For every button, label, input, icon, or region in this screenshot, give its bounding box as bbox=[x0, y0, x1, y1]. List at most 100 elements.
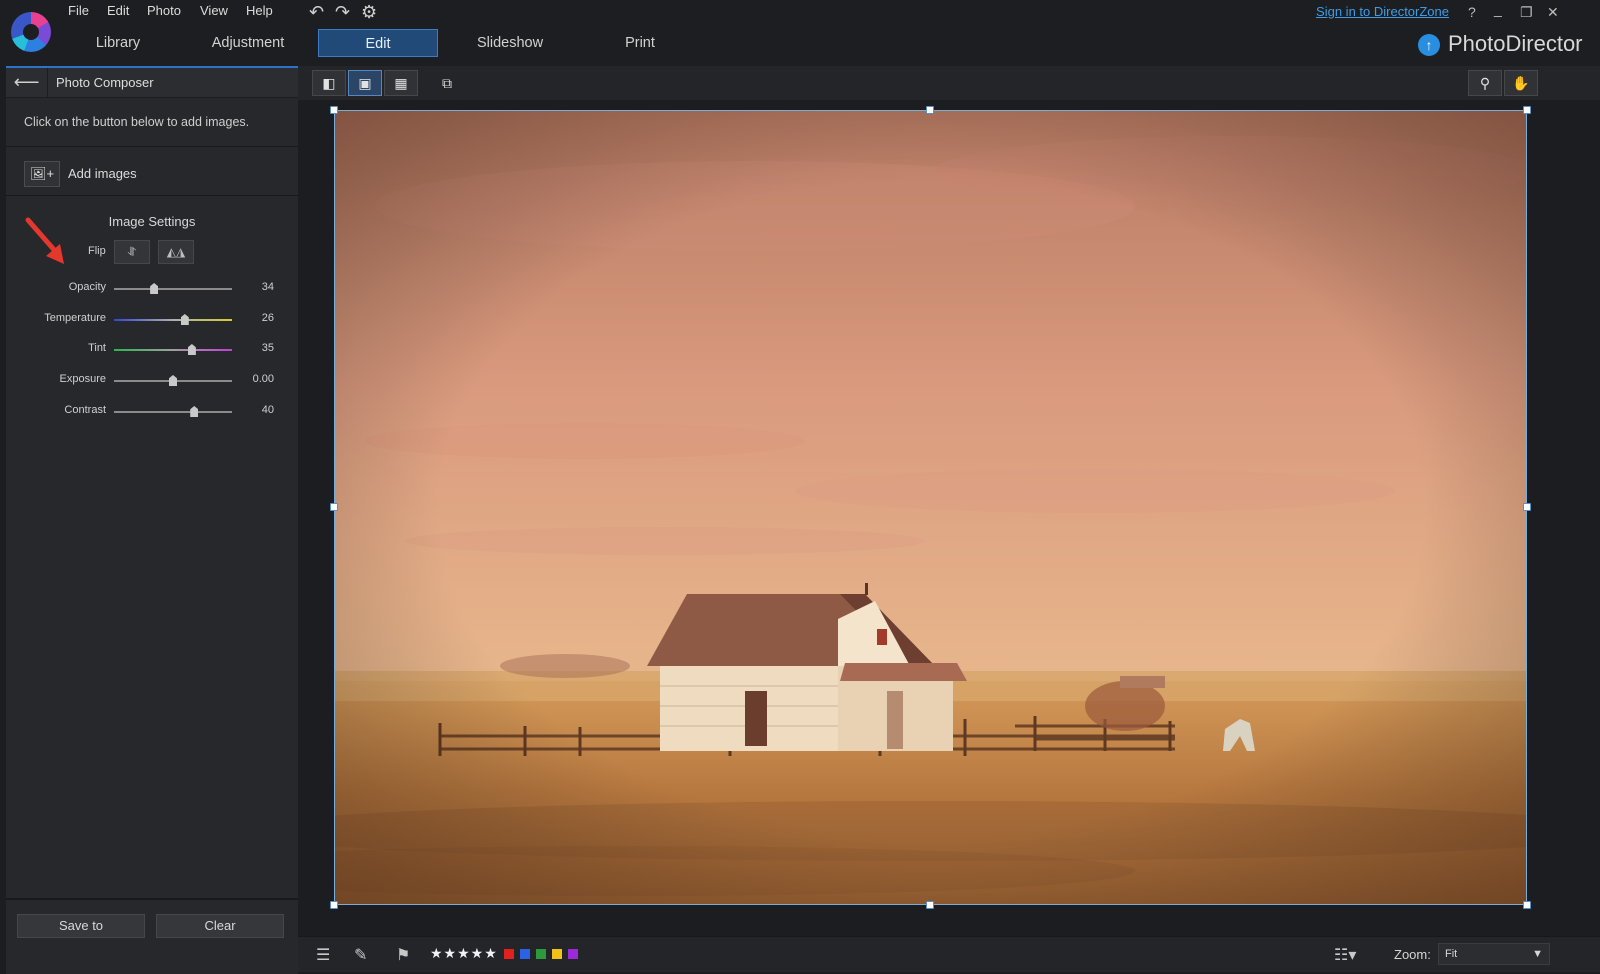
save-to-button[interactable]: Save to bbox=[17, 914, 145, 938]
second-display-button[interactable]: ⧉ bbox=[430, 70, 464, 96]
contrast-label: Contrast bbox=[64, 404, 106, 416]
resize-handle-top[interactable] bbox=[926, 106, 934, 114]
opacity-value: 34 bbox=[261, 281, 274, 293]
divider bbox=[6, 195, 298, 196]
compare-view-icon: ◧ bbox=[322, 75, 336, 91]
tab-edit[interactable]: Edit bbox=[318, 29, 438, 57]
help-icon[interactable]: ? bbox=[1468, 4, 1476, 20]
dual-monitor-icon: ⧉ bbox=[442, 75, 452, 91]
color-label-red[interactable] bbox=[504, 949, 514, 959]
resize-handle-top-right[interactable] bbox=[1523, 106, 1531, 114]
contrast-value: 40 bbox=[261, 404, 274, 416]
tab-slideshow[interactable]: Slideshow bbox=[458, 29, 562, 57]
tint-slider-thumb[interactable] bbox=[187, 344, 196, 355]
back-arrow-icon[interactable]: ⟵ bbox=[6, 68, 48, 98]
instruction-text: Click on the button below to add images. bbox=[24, 115, 250, 129]
resize-handle-bottom-right[interactable] bbox=[1523, 901, 1531, 909]
zoom-label: Zoom: bbox=[1394, 947, 1431, 962]
contrast-slider-thumb[interactable] bbox=[190, 406, 199, 417]
flip-vertical-icon: ⥯ bbox=[127, 245, 137, 259]
tab-adjustment[interactable]: Adjustment bbox=[196, 29, 300, 57]
color-label-green[interactable] bbox=[536, 949, 546, 959]
magnifier-icon: ⚲ bbox=[1479, 75, 1491, 91]
exposure-slider[interactable] bbox=[114, 375, 232, 386]
app-logo bbox=[11, 12, 51, 52]
single-view-button[interactable]: ▣ bbox=[348, 70, 382, 96]
menu-file[interactable]: File bbox=[68, 3, 89, 18]
flag-icon[interactable]: ⚑ bbox=[396, 945, 410, 965]
resize-handle-right[interactable] bbox=[1523, 503, 1531, 511]
tab-print[interactable]: Print bbox=[588, 29, 692, 57]
contrast-slider[interactable] bbox=[114, 406, 232, 417]
sign-in-link[interactable]: Sign in to DirectorZone bbox=[1316, 4, 1449, 19]
tint-slider[interactable] bbox=[114, 344, 232, 355]
upgrade-arrow-icon[interactable]: ↑ bbox=[1418, 34, 1440, 56]
temperature-label: Temperature bbox=[44, 312, 106, 324]
menu-edit[interactable]: Edit bbox=[107, 3, 129, 18]
tint-value: 35 bbox=[261, 342, 274, 354]
grid-icon: ▦ bbox=[394, 75, 408, 91]
temperature-slider[interactable] bbox=[114, 314, 232, 325]
flip-label: Flip bbox=[88, 245, 106, 257]
chevron-down-icon: ▼ bbox=[1532, 948, 1543, 960]
menu-view[interactable]: View bbox=[200, 3, 228, 18]
panel-header: ⟵ Photo Composer bbox=[6, 68, 298, 98]
zoom-value: Fit bbox=[1445, 948, 1458, 960]
pan-tool-button[interactable]: ✋ bbox=[1504, 70, 1538, 96]
workspace: ◧ ▣ ▦ ⧉ ⚲ ✋ ☰ ✎ ⚑ ★★★★★ ☷▾ Zoom: Fit ▼ bbox=[298, 66, 1600, 972]
flip-horizontal-button[interactable]: ◭◮ bbox=[158, 240, 194, 264]
temperature-slider-thumb[interactable] bbox=[180, 314, 189, 325]
add-images-button[interactable]: Add images bbox=[68, 166, 137, 181]
resize-handle-bottom[interactable] bbox=[926, 901, 934, 909]
tint-label: Tint bbox=[88, 342, 106, 354]
opacity-slider-thumb[interactable] bbox=[150, 283, 159, 294]
opacity-label: Opacity bbox=[68, 281, 106, 293]
resize-handle-left[interactable] bbox=[330, 503, 338, 511]
exposure-label: Exposure bbox=[59, 373, 106, 385]
sort-options-icon[interactable]: ☷▾ bbox=[1334, 945, 1356, 965]
temperature-value: 26 bbox=[261, 312, 274, 324]
canvas-area bbox=[298, 100, 1600, 936]
color-label-blue[interactable] bbox=[520, 949, 530, 959]
menu-photo[interactable]: Photo bbox=[147, 3, 181, 18]
restore-icon[interactable]: ❐ bbox=[1520, 4, 1533, 21]
menu-help[interactable]: Help bbox=[246, 3, 273, 18]
flip-horizontal-icon: ◭◮ bbox=[166, 245, 186, 259]
hand-icon: ✋ bbox=[1512, 75, 1530, 91]
compare-view-button[interactable]: ◧ bbox=[312, 70, 346, 96]
title-bar: File Edit Photo View Help ↶ ↷ ⚙ Library … bbox=[0, 0, 1600, 66]
metadata-panel-icon[interactable]: ☰ bbox=[316, 945, 330, 965]
resize-handle-top-left[interactable] bbox=[330, 106, 338, 114]
panel-title: Photo Composer bbox=[56, 75, 154, 90]
add-images-icon[interactable]: 🖼+ bbox=[24, 161, 60, 187]
resize-handle-bottom-left[interactable] bbox=[330, 901, 338, 909]
exposure-slider-thumb[interactable] bbox=[169, 375, 177, 386]
edit-pen-icon[interactable]: ✎ bbox=[354, 945, 367, 965]
single-image-icon: ▣ bbox=[358, 75, 372, 91]
brand-name: PhotoDirector bbox=[1448, 31, 1583, 56]
exposure-value: 0.00 bbox=[252, 373, 274, 385]
red-arrow-annotation bbox=[25, 217, 64, 264]
photo-composer-panel: ⟵ Photo Composer Click on the button bel… bbox=[6, 66, 298, 974]
star-rating[interactable]: ★★★★★ bbox=[430, 945, 498, 962]
zoom-dropdown[interactable]: Fit ▼ bbox=[1438, 943, 1550, 965]
tab-library[interactable]: Library bbox=[66, 29, 170, 57]
color-label-purple[interactable] bbox=[568, 949, 578, 959]
divider bbox=[6, 146, 298, 147]
undo-icon[interactable]: ↶ bbox=[309, 2, 324, 23]
minimize-icon[interactable]: _ bbox=[1494, 1, 1502, 17]
flip-vertical-button[interactable]: ⥯ bbox=[114, 240, 150, 264]
clear-button[interactable]: Clear bbox=[156, 914, 284, 938]
view-toolbar: ◧ ▣ ▦ ⧉ ⚲ ✋ bbox=[298, 66, 1600, 100]
color-label-yellow[interactable] bbox=[552, 949, 562, 959]
close-icon[interactable]: ✕ bbox=[1547, 4, 1559, 21]
zoom-tool-button[interactable]: ⚲ bbox=[1468, 70, 1502, 96]
grid-view-button[interactable]: ▦ bbox=[384, 70, 418, 96]
panel-footer: Save to Clear bbox=[6, 898, 298, 974]
farmhouse-photo bbox=[335, 111, 1526, 904]
composed-photo[interactable] bbox=[334, 110, 1527, 905]
redo-icon[interactable]: ↷ bbox=[335, 2, 350, 23]
opacity-slider[interactable] bbox=[114, 283, 232, 294]
settings-gear-icon[interactable]: ⚙ bbox=[361, 2, 377, 23]
status-bar: ☰ ✎ ⚑ ★★★★★ ☷▾ Zoom: Fit ▼ bbox=[298, 936, 1600, 972]
